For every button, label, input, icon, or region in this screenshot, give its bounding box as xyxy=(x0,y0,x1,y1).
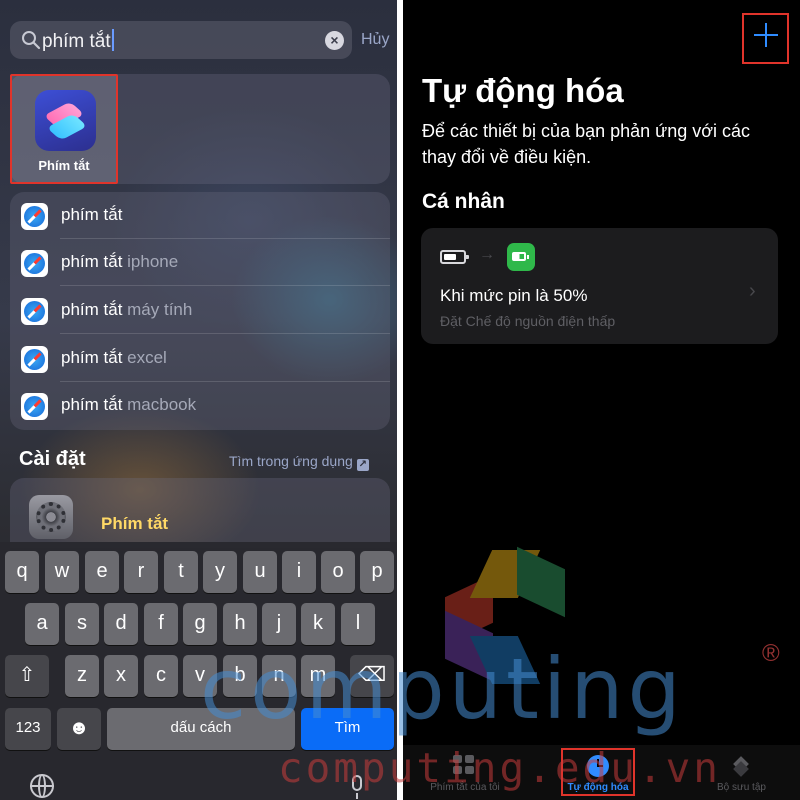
plus-icon xyxy=(754,23,778,47)
key-a[interactable]: a xyxy=(25,603,59,645)
automation-title: Khi mức pin là 50% xyxy=(440,286,588,305)
shortcuts-app-result[interactable]: Phím tắt xyxy=(10,74,118,184)
chevron-right-icon: › xyxy=(749,280,756,302)
key-t[interactable]: t xyxy=(164,551,198,593)
safari-icon xyxy=(21,203,48,230)
settings-result[interactable]: Phím tắt xyxy=(10,478,390,548)
key-q[interactable]: q xyxy=(5,551,39,593)
key-j[interactable]: j xyxy=(262,603,296,645)
key-w[interactable]: w xyxy=(45,551,79,593)
key-d[interactable]: d xyxy=(104,603,138,645)
key-l[interactable]: l xyxy=(341,603,375,645)
suggestions-list: phím tắt phím tắt iphone phím tắt máy tí… xyxy=(10,192,390,430)
search-input[interactable]: phím tắt xyxy=(42,29,114,53)
globe-icon[interactable] xyxy=(30,774,54,798)
key-h[interactable]: h xyxy=(223,603,257,645)
list-item[interactable]: phím tắt iphone xyxy=(10,239,390,286)
shortcuts-app-icon xyxy=(35,90,96,151)
key-i[interactable]: i xyxy=(282,551,316,593)
arrow-right-icon: → xyxy=(479,246,495,263)
key-p[interactable]: p xyxy=(360,551,394,593)
key-r[interactable]: r xyxy=(124,551,158,593)
key-c[interactable]: c xyxy=(144,655,178,697)
key-o[interactable]: o xyxy=(321,551,355,593)
safari-icon xyxy=(21,393,48,420)
numbers-key[interactable]: 123 xyxy=(5,708,51,750)
list-item[interactable]: phím tắt xyxy=(10,192,390,239)
key-u[interactable]: u xyxy=(243,551,277,593)
shift-icon: ⇧ xyxy=(18,664,36,686)
key-e[interactable]: e xyxy=(85,551,119,593)
external-arrow-icon: ↗ xyxy=(356,459,369,471)
cancel-button[interactable]: Hủy xyxy=(361,31,389,49)
emoji-key[interactable]: ☻ xyxy=(57,708,101,750)
page-description: Để các thiết bị của bạn phản ứng với các… xyxy=(422,121,751,167)
search-bar[interactable]: phím tắt × xyxy=(10,21,352,59)
key-y[interactable]: y xyxy=(203,551,237,593)
list-item[interactable]: phím tắt excel xyxy=(10,335,390,382)
settings-gear-icon xyxy=(29,495,73,539)
automation-card[interactable]: → Khi mức pin là 50% Đặt Chế độ nguồn đi… xyxy=(421,228,778,344)
watermark-text: computing xyxy=(200,640,685,738)
shift-key[interactable]: ⇧ xyxy=(5,655,49,697)
watermark-url: computing.edu.vn xyxy=(278,744,721,792)
low-power-icon xyxy=(507,243,535,271)
safari-icon xyxy=(21,346,48,373)
key-k[interactable]: k xyxy=(301,603,335,645)
section-title: Cá nhân xyxy=(422,190,505,213)
key-s[interactable]: s xyxy=(65,603,99,645)
safari-icon xyxy=(21,298,48,325)
automation-subtitle: Đặt Chế độ nguồn điện thấp xyxy=(440,313,616,329)
search-icon xyxy=(22,31,41,50)
settings-result-label: Phím tắt xyxy=(101,514,169,533)
key-z[interactable]: z xyxy=(65,655,99,697)
stack-icon xyxy=(731,755,753,777)
safari-icon xyxy=(21,250,48,277)
key-f[interactable]: f xyxy=(144,603,178,645)
search-in-app-link[interactable]: Tìm trong ứng dụng ↗ xyxy=(229,453,369,471)
key-x[interactable]: x xyxy=(104,655,138,697)
registered-mark: ® xyxy=(762,640,780,667)
emoji-icon: ☻ xyxy=(68,717,90,739)
list-item[interactable]: phím tắt máy tính xyxy=(10,287,390,334)
page-title: Tự động hóa xyxy=(422,72,624,109)
text-caret xyxy=(111,29,114,51)
clear-icon[interactable]: × xyxy=(325,31,344,50)
section-title: Cài đặt xyxy=(19,448,86,470)
add-automation-button[interactable] xyxy=(742,13,789,64)
list-item[interactable]: phím tắt macbook xyxy=(10,382,390,429)
app-label: Phím tắt xyxy=(38,158,90,173)
battery-icon xyxy=(440,250,469,264)
key-g[interactable]: g xyxy=(183,603,217,645)
